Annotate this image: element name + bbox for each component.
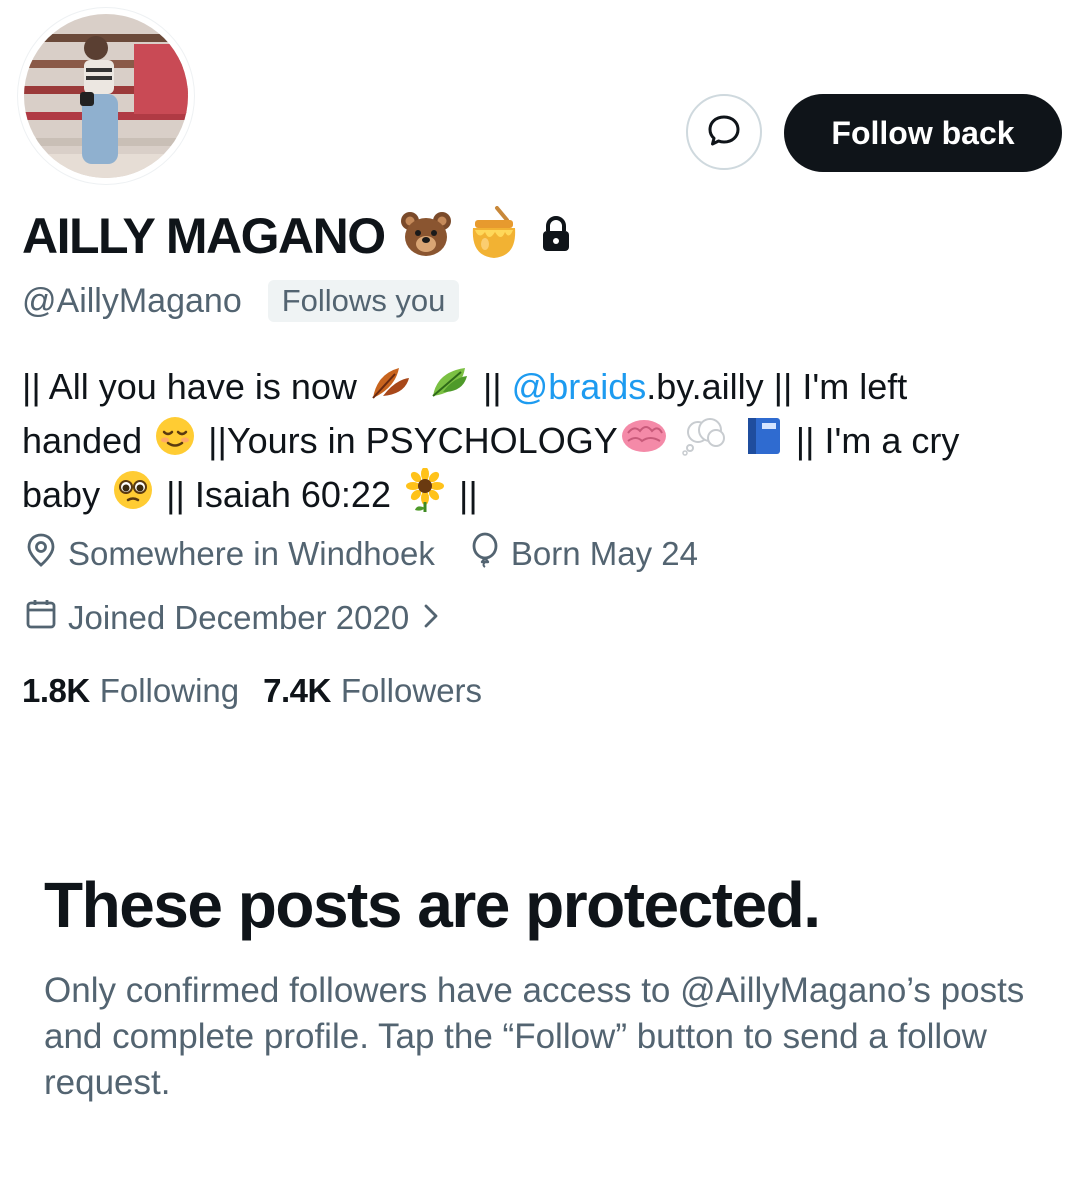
location-text: Somewhere in Windhoek — [68, 535, 435, 572]
display-name: AILLY MAGANO — [22, 208, 386, 264]
following-label: Following — [99, 672, 240, 709]
bio-line: baby || Isaiah 60:22 || — [22, 467, 1052, 522]
bio-line: || All you have is now || @braids.by.ail… — [22, 360, 1052, 414]
bio-text: .by.ailly || I'm left — [646, 366, 908, 407]
honey-pot-icon — [467, 205, 521, 267]
blue-book-icon — [742, 415, 784, 472]
avatar-photo — [24, 14, 188, 178]
pleading-face-icon — [112, 469, 154, 526]
profile-bio: || All you have is now || @braids.by.ail… — [22, 360, 1052, 522]
avatar[interactable] — [18, 8, 194, 184]
follow-back-label: Follow back — [831, 114, 1015, 151]
chevron-right-icon — [423, 599, 439, 637]
bio-text: ||Yours in PSYCHOLOGY — [208, 420, 618, 461]
joined-text: Joined December 2020 — [68, 599, 410, 636]
relieved-face-icon — [154, 415, 196, 472]
handle-row: @AillyMagano Follows you — [22, 278, 460, 324]
message-button[interactable] — [686, 94, 762, 170]
bio-text: || — [459, 474, 478, 516]
bio-text: handed — [22, 420, 143, 461]
balloon-icon — [469, 532, 501, 576]
location-pin-icon — [24, 532, 58, 576]
following-stat[interactable]: 1.8K Following — [22, 672, 239, 710]
followers-label: Followers — [340, 672, 483, 709]
message-icon — [706, 112, 742, 153]
followers-stat[interactable]: 7.4K Followers — [263, 672, 482, 710]
sunflower-icon — [403, 467, 447, 527]
brain-icon — [620, 416, 668, 470]
meta-row-location: Somewhere in Windhoek Born May 24 — [24, 532, 698, 576]
bio-text: || — [482, 366, 512, 407]
profile-name-row: AILLY MAGANO — [22, 204, 573, 268]
follow-back-button[interactable]: Follow back — [784, 94, 1062, 172]
follows-you-badge: Follows you — [267, 280, 460, 322]
following-count: 1.8K — [22, 672, 90, 709]
protected-posts-description: Only confirmed followers have access to … — [44, 971, 1025, 1102]
follow-stats: 1.8K Following 7.4K Followers — [22, 668, 482, 714]
bio-text: baby — [22, 474, 101, 516]
braids-mention-link[interactable]: @braids — [512, 366, 647, 407]
lock-icon — [539, 214, 573, 259]
thought-bubble-icon — [681, 416, 728, 471]
birthday-text: Born May 24 — [510, 535, 698, 572]
leaf-icon — [427, 362, 471, 417]
bio-text: || All you have is now — [22, 366, 357, 407]
protected-posts-title: These posts are protected. — [44, 869, 821, 941]
bio-text: || I'm a cry — [795, 420, 960, 461]
bio-line: handed ||Yours in PSYCHOLOGY || I'm a cr… — [22, 414, 1052, 468]
bear-icon — [399, 209, 453, 264]
bio-text: || Isaiah 60:22 — [166, 474, 391, 516]
fallen-leaf-icon — [369, 362, 413, 417]
followers-count: 7.4K — [263, 672, 331, 709]
user-handle: @AillyMagano — [22, 281, 242, 320]
calendar-icon — [24, 597, 58, 639]
meta-row-joined[interactable]: Joined December 2020 — [24, 596, 439, 640]
